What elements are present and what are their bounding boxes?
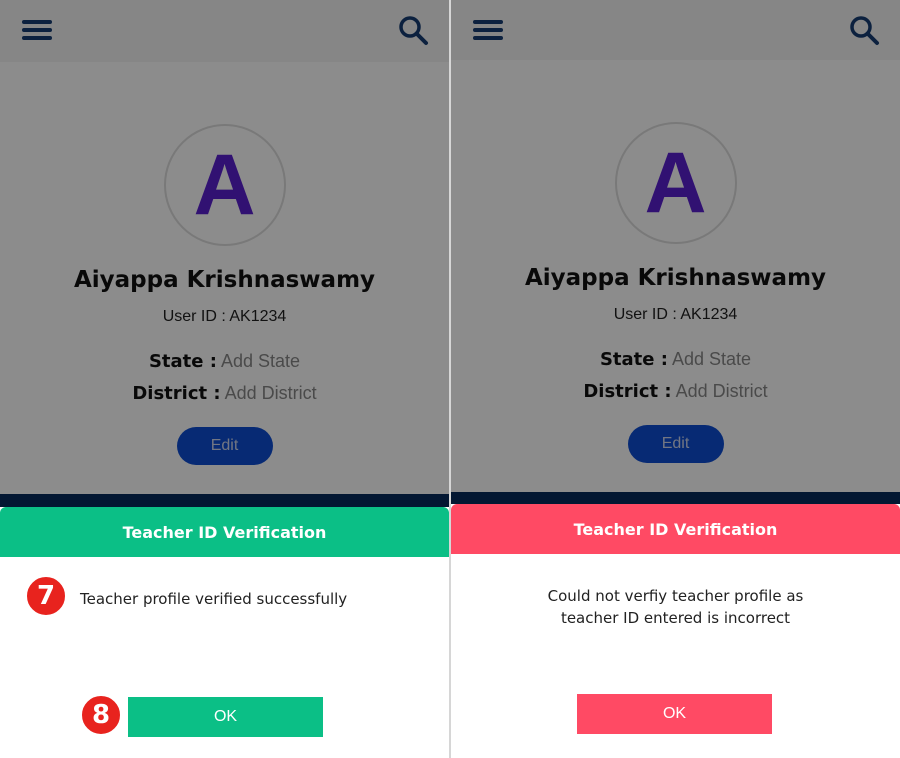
ok-button[interactable]: OK <box>577 694 772 734</box>
dialog-title: Teacher ID Verification <box>0 507 449 557</box>
verification-dialog: Teacher ID Verification Could not verfiy… <box>451 504 900 758</box>
modal-backdrop <box>451 0 900 554</box>
dialog-message-line-1: Could not verfiy teacher profile as <box>547 587 804 605</box>
ok-button[interactable]: OK <box>128 697 323 737</box>
modal-backdrop <box>0 0 449 556</box>
dialog-message-line-2: teacher ID entered is incorrect <box>560 609 791 627</box>
dialog-title: Teacher ID Verification <box>451 504 900 554</box>
screen-success: A Aiyappa Krishnaswamy User ID : AK1234 … <box>0 0 449 758</box>
dialog-message: Could not verfiy teacher profile as teac… <box>511 585 840 629</box>
step-marker-7: 7 <box>24 574 68 618</box>
verification-dialog: Teacher ID Verification Teacher profile … <box>0 507 449 758</box>
screen-failure: A Aiyappa Krishnaswamy User ID : AK1234 … <box>451 0 900 758</box>
step-marker-8: 8 <box>79 693 123 737</box>
dialog-message: Teacher profile verified successfully <box>80 590 348 608</box>
